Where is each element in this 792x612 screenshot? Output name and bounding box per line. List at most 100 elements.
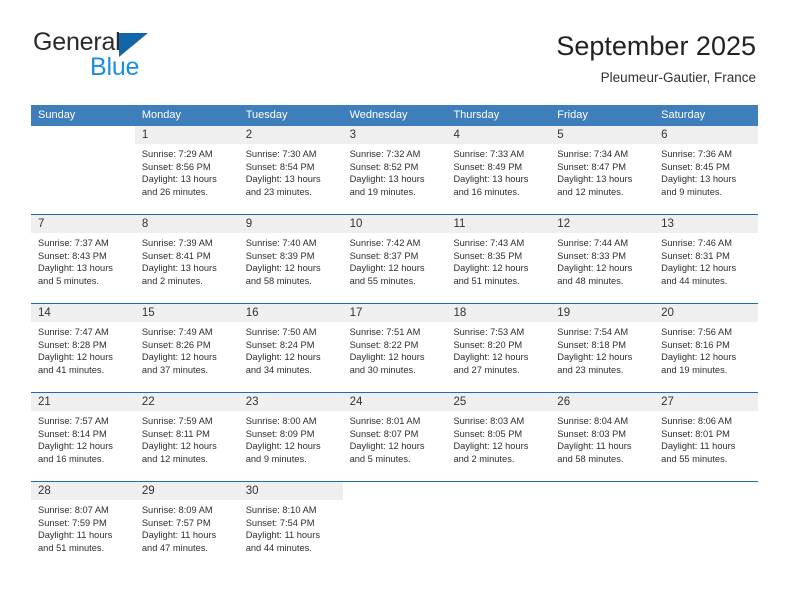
week-inner: 21 Sunrise: 7:57 AM Sunset: 8:14 PM Dayligh…	[31, 393, 759, 481]
day-cell[interactable]: 17 Sunrise: 7:51 AM Sunset: 8:22 PM Dayligh…	[342, 304, 447, 392]
page-title: September 2025	[556, 31, 756, 61]
day-cell[interactable]: 29 Sunrise: 8:09 AM Sunset: 7:57 PM Dayligh…	[134, 482, 239, 570]
day-sun-info: Sunrise: 8:07 AM Sunset: 7:59 PM Daylight:…	[31, 500, 135, 554]
day-sun-info: Sunrise: 7:59 AM Sunset: 8:11 PM Daylight:…	[135, 411, 239, 465]
daylight-text-line1: Daylight: 13 hours	[141, 174, 217, 185]
day-number: 6	[654, 126, 759, 144]
day-cell[interactable]: 10 Sunrise: 7:42 AM Sunset: 8:37 PM Dayligh…	[342, 215, 447, 303]
sunset-text: Sunset: 8:14 PM	[38, 428, 107, 439]
day-sun-info: Sunrise: 8:06 AM Sunset: 8:01 PM Daylight:…	[654, 411, 758, 465]
day-number: 5	[550, 126, 655, 144]
daylight-text-line1: Daylight: 12 hours	[453, 441, 529, 452]
day-sun-info: Sunrise: 7:30 AM Sunset: 8:54 PM Daylight:…	[239, 144, 343, 198]
day-cell[interactable]: 9 Sunrise: 7:40 AM Sunset: 8:39 PM Daylight…	[238, 215, 343, 303]
logo-text-general: General	[33, 28, 121, 56]
day-cell[interactable]: 22 Sunrise: 7:59 AM Sunset: 8:11 PM Dayligh…	[134, 393, 239, 481]
day-cell[interactable]: 13 Sunrise: 7:46 AM Sunset: 8:31 PM Dayligh…	[654, 215, 759, 303]
day-cell-empty	[550, 482, 655, 570]
daylight-text-line2: and 47 minutes.	[141, 542, 209, 553]
day-cell[interactable]: 20 Sunrise: 7:56 AM Sunset: 8:16 PM Dayligh…	[654, 304, 759, 392]
day-number: 18	[446, 304, 551, 322]
daylight-text-line1: Daylight: 12 hours	[453, 263, 529, 274]
daylight-text-line2: and 23 minutes.	[245, 186, 312, 197]
day-cell[interactable]: 16 Sunrise: 7:50 AM Sunset: 8:24 PM Dayligh…	[238, 304, 343, 392]
sunset-text: Sunset: 8:39 PM	[245, 250, 315, 261]
day-cell[interactable]: 23 Sunrise: 8:00 AM Sunset: 8:09 PM Dayligh…	[238, 393, 343, 481]
day-cell[interactable]: 14 Sunrise: 7:47 AM Sunset: 8:28 PM Dayligh…	[31, 304, 135, 392]
calendar-page: General Blue September 2025 Pleumeur-Gau…	[0, 0, 792, 612]
calendar-week-row: 1 Sunrise: 7:29 AM Sunset: 8:56 PM Daylight…	[31, 126, 759, 214]
page-subtitle-location: Pleumeur-Gautier, France	[600, 70, 756, 86]
day-cell[interactable]: 4 Sunrise: 7:33 AM Sunset: 8:49 PM Daylight…	[446, 126, 551, 214]
daylight-text-line1: Daylight: 13 hours	[245, 174, 321, 185]
sunrise-text: Sunrise: 7:51 AM	[349, 327, 421, 337]
day-sun-info: Sunrise: 8:09 AM Sunset: 7:57 PM Daylight:…	[135, 500, 239, 554]
sunset-text: Sunset: 8:35 PM	[453, 250, 523, 261]
sunset-text: Sunset: 8:11 PM	[141, 428, 210, 439]
weekday-header-row: Sunday Monday Tuesday Wednesday Thursday Frid…	[31, 105, 758, 126]
daylight-text-line2: and 12 minutes.	[141, 453, 209, 464]
day-cell[interactable]: 1 Sunrise: 7:29 AM Sunset: 8:56 PM Daylight…	[134, 126, 239, 214]
daylight-text-line2: and 26 minutes.	[141, 186, 209, 197]
day-cell[interactable]: 25 Sunrise: 8:03 AM Sunset: 8:05 PM Dayligh…	[446, 393, 551, 481]
day-cell[interactable]: 28 Sunrise: 8:07 AM Sunset: 7:59 PM Dayligh…	[31, 482, 135, 570]
daylight-text-line2: and 44 minutes.	[661, 275, 728, 286]
day-cell[interactable]: 27 Sunrise: 8:06 AM Sunset: 8:01 PM Dayligh…	[654, 393, 759, 481]
day-cell[interactable]: 2 Sunrise: 7:30 AM Sunset: 8:54 PM Daylight…	[238, 126, 343, 214]
day-cell[interactable]: 3 Sunrise: 7:32 AM Sunset: 8:52 PM Daylight…	[342, 126, 447, 214]
day-number: 7	[31, 215, 135, 233]
title-block: September 2025 Pleumeur-Gautier, France	[556, 31, 756, 86]
day-cell[interactable]: 19 Sunrise: 7:54 AM Sunset: 8:18 PM Dayligh…	[550, 304, 655, 392]
sunset-text: Sunset: 8:37 PM	[349, 250, 419, 261]
day-cell[interactable]: 21 Sunrise: 7:57 AM Sunset: 8:14 PM Dayligh…	[31, 393, 135, 481]
sunset-text: Sunset: 8:26 PM	[141, 339, 211, 350]
day-sun-info: Sunrise: 7:51 AM Sunset: 8:22 PM Daylight:…	[343, 322, 447, 376]
day-cell[interactable]: 8 Sunrise: 7:39 AM Sunset: 8:41 PM Daylight…	[134, 215, 239, 303]
day-cell[interactable]: 30 Sunrise: 8:10 AM Sunset: 7:54 PM Dayligh…	[238, 482, 343, 570]
day-cell[interactable]: 18 Sunrise: 7:53 AM Sunset: 8:20 PM Dayligh…	[446, 304, 551, 392]
daylight-text-line2: and 5 minutes.	[38, 275, 99, 286]
day-cell[interactable]: 12 Sunrise: 7:44 AM Sunset: 8:33 PM Dayligh…	[550, 215, 655, 303]
day-cell[interactable]: 6 Sunrise: 7:36 AM Sunset: 8:45 PM Daylight…	[654, 126, 759, 214]
daylight-text-line2: and 9 minutes.	[245, 453, 307, 464]
day-cell[interactable]: 15 Sunrise: 7:49 AM Sunset: 8:26 PM Dayligh…	[134, 304, 239, 392]
sunset-text: Sunset: 8:22 PM	[349, 339, 419, 350]
daylight-text-line2: and 55 minutes.	[349, 275, 416, 286]
day-cell[interactable]: 7 Sunrise: 7:37 AM Sunset: 8:43 PM Daylight…	[31, 215, 135, 303]
daylight-text-line2: and 55 minutes.	[661, 453, 728, 464]
day-number	[654, 482, 759, 500]
day-cell[interactable]: 24 Sunrise: 8:01 AM Sunset: 8:07 PM Dayligh…	[342, 393, 447, 481]
sunset-text: Sunset: 8:16 PM	[661, 339, 730, 350]
daylight-text-line1: Daylight: 13 hours	[38, 263, 113, 274]
sunrise-text: Sunrise: 7:49 AM	[141, 327, 213, 337]
daylight-text-line2: and 16 minutes.	[453, 186, 520, 197]
sunrise-text: Sunrise: 8:06 AM	[661, 416, 732, 426]
sunset-text: Sunset: 8:52 PM	[349, 161, 419, 172]
day-number: 30	[238, 482, 343, 500]
day-cell[interactable]: 26 Sunrise: 8:04 AM Sunset: 8:03 PM Dayligh…	[550, 393, 655, 481]
sunrise-text: Sunrise: 7:37 AM	[38, 238, 109, 248]
sunrise-text: Sunrise: 7:47 AM	[38, 327, 109, 337]
daylight-text-line1: Daylight: 13 hours	[349, 174, 425, 185]
generalblue-logo[interactable]: General Blue	[33, 30, 253, 86]
day-number: 13	[654, 215, 759, 233]
daylight-text-line2: and 19 minutes.	[661, 364, 728, 375]
daylight-text-line1: Daylight: 12 hours	[661, 263, 737, 274]
daylight-text-line1: Daylight: 12 hours	[349, 441, 425, 452]
daylight-text-line1: Daylight: 12 hours	[141, 441, 217, 452]
week-inner: 14 Sunrise: 7:47 AM Sunset: 8:28 PM Dayligh…	[31, 304, 759, 392]
day-number	[550, 482, 655, 500]
daylight-text-line1: Daylight: 13 hours	[661, 174, 737, 185]
sunrise-text: Sunrise: 8:10 AM	[245, 505, 317, 515]
weekday-header-monday: Monday	[141, 109, 181, 121]
sunset-text: Sunset: 8:56 PM	[141, 161, 211, 172]
day-sun-info: Sunrise: 7:37 AM Sunset: 8:43 PM Daylight:…	[31, 233, 135, 287]
sunrise-text: Sunrise: 7:50 AM	[245, 327, 317, 337]
day-sun-info: Sunrise: 7:54 AM Sunset: 8:18 PM Daylight:…	[550, 322, 654, 376]
day-cell[interactable]: 5 Sunrise: 7:34 AM Sunset: 8:47 PM Daylight…	[550, 126, 655, 214]
sunset-text: Sunset: 8:07 PM	[349, 428, 419, 439]
day-cell[interactable]: 11 Sunrise: 7:43 AM Sunset: 8:35 PM Dayligh…	[446, 215, 551, 303]
day-sun-info: Sunrise: 8:01 AM Sunset: 8:07 PM Daylight:…	[343, 411, 447, 465]
daylight-text-line2: and 58 minutes.	[557, 453, 624, 464]
daylight-text-line1: Daylight: 13 hours	[557, 174, 633, 185]
